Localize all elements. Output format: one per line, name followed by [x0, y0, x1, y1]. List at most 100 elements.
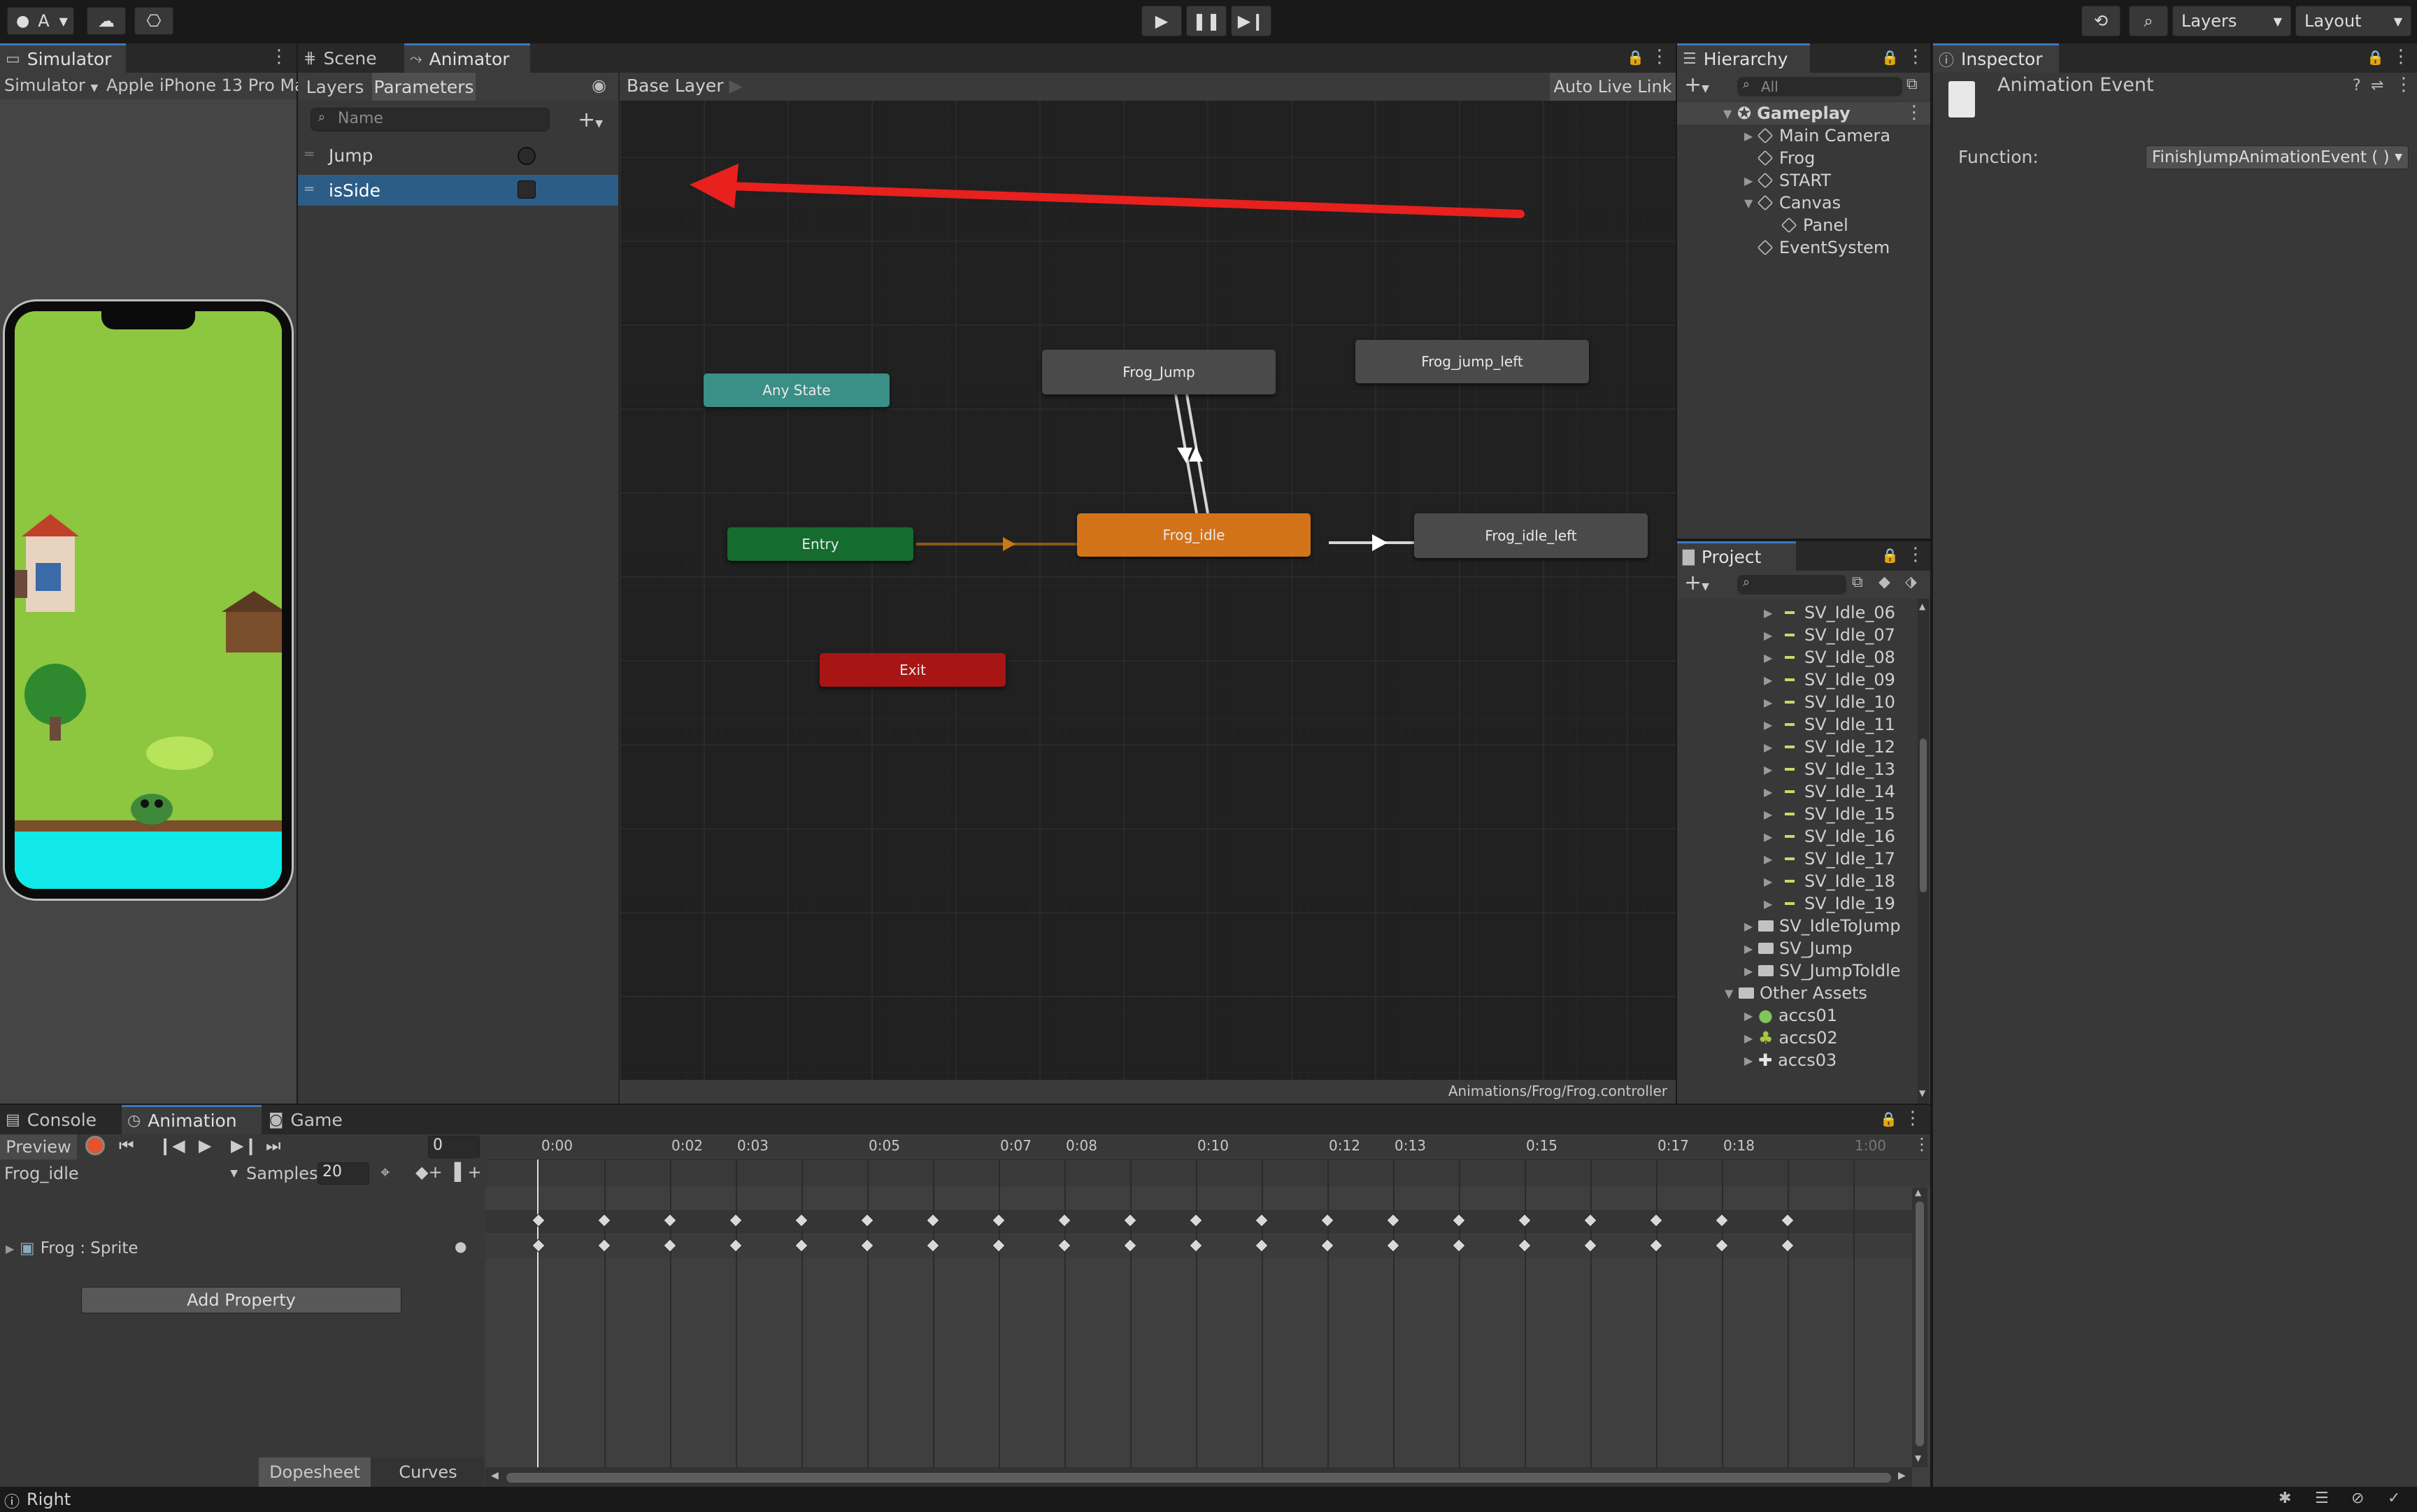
lock-icon[interactable]: 🔒	[1881, 49, 1899, 66]
bug-icon[interactable]: ✱	[2279, 1490, 2291, 1507]
play-button[interactable]: ▶	[1141, 6, 1182, 36]
filter-icon[interactable]: ⧉	[1906, 76, 1918, 93]
game-screen[interactable]	[15, 311, 282, 889]
search-by-type-icon[interactable]: ⧉	[1852, 573, 1863, 591]
scroll-down-icon[interactable]: ▼	[1919, 1088, 1925, 1098]
prev-keyframe-icon[interactable]: ❙◀	[158, 1136, 185, 1155]
state-any-state[interactable]: Any State	[704, 373, 890, 407]
collapsed-arrow-icon[interactable]: ▶	[1764, 606, 1778, 620]
playhead[interactable]	[537, 1160, 539, 1467]
hierarchy-search[interactable]: ⌕ All	[1737, 77, 1902, 97]
project-item[interactable]: ▶ SV_Idle_19	[1677, 892, 1915, 915]
add-event-icon[interactable]: ▌+	[455, 1162, 482, 1182]
account-button[interactable]: ● A ▼	[7, 7, 74, 35]
parameter-search[interactable]: ⌕ Name	[311, 108, 550, 131]
snap-icon[interactable]: ⌖	[380, 1162, 390, 1182]
collapsed-arrow-icon[interactable]: ▶	[1764, 651, 1778, 664]
collapsed-arrow-icon[interactable]: ▶	[1744, 920, 1758, 933]
device-dropdown[interactable]: Apple iPhone 13 Pro Ma	[106, 76, 305, 95]
collapsed-arrow-icon[interactable]: ▶	[1764, 830, 1778, 843]
collapsed-arrow-icon[interactable]: ▶	[1764, 763, 1778, 776]
search-button[interactable]: ⌕	[2129, 6, 2168, 36]
add-button[interactable]: +▼	[1684, 571, 1709, 595]
project-item[interactable]: ▶ SV_Idle_06	[1677, 601, 1915, 624]
clip-dropdown[interactable]: Frog_idle ▼	[0, 1161, 242, 1186]
collab-button[interactable]: ⎔	[134, 7, 173, 35]
project-scrollbar[interactable]: ▲ ▼	[1918, 599, 1929, 1104]
collapsed-arrow-icon[interactable]: ▶	[1764, 808, 1778, 821]
curves-button[interactable]: Curves	[372, 1457, 484, 1487]
tab-game[interactable]: ◙ Game	[263, 1105, 361, 1134]
hierarchy-item-start[interactable]: ▶ START	[1677, 169, 1930, 192]
pause-button[interactable]: ❚❚	[1186, 6, 1227, 36]
project-item[interactable]: ▶ SV_Idle_08	[1677, 646, 1915, 669]
lock-icon[interactable]: 🔒	[2367, 49, 2384, 66]
add-keyframe-icon[interactable]: ◆+	[415, 1162, 443, 1182]
cloud-button[interactable]: ☁	[87, 7, 126, 35]
state-frog-idle-left[interactable]: Frog_idle_left	[1414, 513, 1648, 558]
function-dropdown[interactable]: FinishJumpAnimationEvent ( ) ▼	[2146, 145, 2409, 169]
scroll-up-icon[interactable]: ▲	[1915, 1188, 1921, 1197]
layers-dropdown[interactable]: Layers ▼	[2172, 6, 2291, 36]
presets-icon[interactable]: ⇌	[2371, 77, 2383, 94]
lock-icon[interactable]: 🔒	[1627, 49, 1644, 66]
check-icon[interactable]: ✓	[2388, 1490, 2400, 1507]
first-keyframe-icon[interactable]: ⏮	[119, 1136, 134, 1155]
collapsed-arrow-icon[interactable]: ▶	[1764, 696, 1778, 709]
lock-icon[interactable]: 🔒	[1881, 547, 1899, 564]
next-keyframe-icon[interactable]: ▶❙	[231, 1136, 258, 1155]
timeline[interactable]: 0:00 0:02 0:03 0:05 0:07 0:08 0:10 0:12 …	[485, 1134, 1930, 1487]
timeline-vscroll-thumb[interactable]	[1916, 1201, 1924, 1446]
drag-handle-icon[interactable]: ═	[305, 145, 313, 162]
collapsed-arrow-icon[interactable]: ▶	[6, 1242, 20, 1255]
expand-arrow-icon[interactable]: ▼	[1725, 987, 1739, 1000]
state-frog-idle[interactable]: Frog_idle	[1077, 513, 1311, 557]
collapsed-arrow-icon[interactable]: ▶	[1744, 129, 1758, 143]
project-item[interactable]: ▶ SV_Idle_15	[1677, 803, 1915, 825]
project-item[interactable]: ▶ SV_Idle_18	[1677, 870, 1915, 892]
collapsed-arrow-icon[interactable]: ▶	[1744, 1032, 1758, 1045]
collapsed-arrow-icon[interactable]: ▶	[1764, 718, 1778, 732]
animator-graph[interactable]: Base Layer ▶ Auto Live Link Any State Fr…	[620, 73, 1676, 1104]
collapsed-arrow-icon[interactable]: ▶	[1744, 1054, 1758, 1067]
more-options-icon[interactable]: ⋮	[1904, 1108, 1922, 1129]
collapsed-arrow-icon[interactable]: ▶	[1744, 964, 1758, 978]
state-entry[interactable]: Entry	[727, 527, 913, 561]
history-button[interactable]: ⟲	[2081, 6, 2120, 36]
project-item[interactable]: ▶ SV_Idle_09	[1677, 669, 1915, 691]
hierarchy-item-frog[interactable]: Frog	[1677, 147, 1930, 169]
dopesheet-button[interactable]: Dopesheet	[259, 1457, 371, 1487]
project-item[interactable]: ▶ SV_Idle_14	[1677, 780, 1915, 803]
timeline-hscroll-thumb[interactable]	[506, 1473, 1891, 1483]
project-item[interactable]: ▶ SV_Idle_11	[1677, 713, 1915, 736]
project-item[interactable]: ▶ SV_Idle_16	[1677, 825, 1915, 848]
tab-inspector[interactable]: ⓘ Inspector	[1933, 43, 2059, 73]
eye-icon[interactable]: ◉	[592, 76, 606, 95]
parameter-row-jump[interactable]: ═ Jump	[298, 138, 618, 173]
parameter-row-isside[interactable]: ═ isSide	[298, 175, 618, 206]
project-item[interactable]: ▶ SV_Idle_10	[1677, 691, 1915, 713]
lock-icon[interactable]: 🔒	[1880, 1111, 1897, 1127]
project-item[interactable]: ▶ SV_Idle_07	[1677, 624, 1915, 646]
collapsed-arrow-icon[interactable]: ▶	[1764, 853, 1778, 866]
more-options-icon[interactable]: ⋮	[1906, 46, 1925, 67]
project-folder[interactable]: ▶ SV_Jump	[1677, 937, 1915, 960]
project-scrollbar-thumb[interactable]	[1920, 739, 1927, 892]
tab-console[interactable]: ▤ Console	[0, 1105, 120, 1134]
more-options-icon[interactable]: ⋮	[2395, 74, 2413, 95]
collapsed-arrow-icon[interactable]: ▶	[1764, 897, 1778, 911]
tab-hierarchy[interactable]: ☰ Hierarchy	[1677, 43, 1810, 73]
help-icon[interactable]: ?	[2353, 77, 2361, 94]
collapsed-arrow-icon[interactable]: ▶	[1764, 785, 1778, 799]
expand-arrow-icon[interactable]: ▼	[1723, 107, 1737, 120]
more-options-icon[interactable]: ⋮	[1906, 544, 1925, 565]
simulator-mode-dropdown[interactable]: Simulator ▼	[4, 76, 98, 95]
event-lane[interactable]	[485, 1161, 1930, 1186]
state-exit[interactable]: Exit	[820, 653, 1006, 687]
collapsed-arrow-icon[interactable]: ▶	[1764, 741, 1778, 754]
search-by-label-icon[interactable]: ◆	[1878, 573, 1890, 591]
tab-parameters[interactable]: Parameters	[372, 73, 476, 101]
collapsed-arrow-icon[interactable]: ▶	[1744, 942, 1758, 955]
property-row[interactable]: ▶ ▣ Frog : Sprite ●	[0, 1236, 484, 1260]
collapsed-arrow-icon[interactable]: ▶	[1764, 875, 1778, 888]
